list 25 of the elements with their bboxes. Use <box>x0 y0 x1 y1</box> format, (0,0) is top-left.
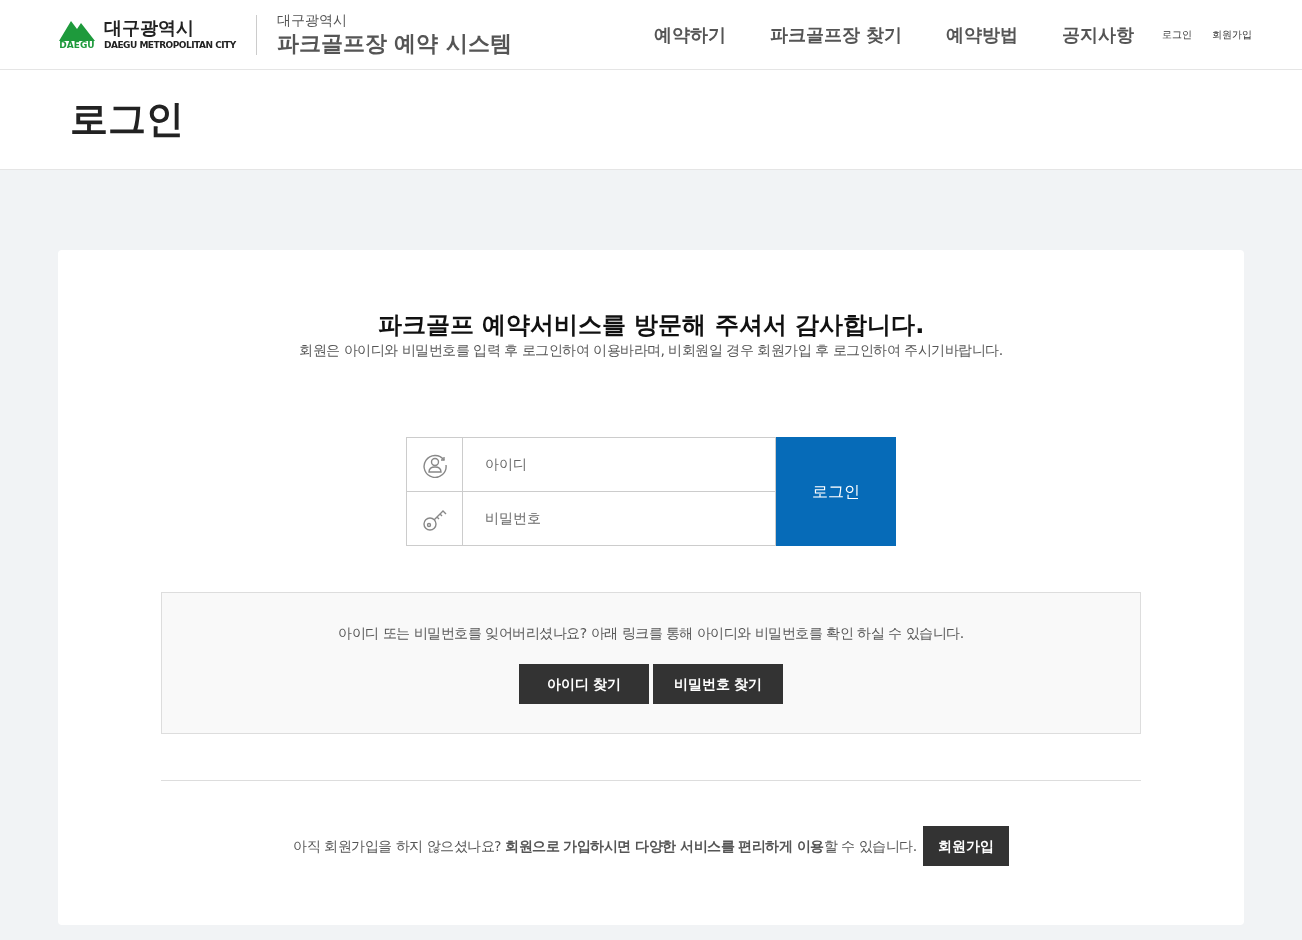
logo-subtitle: DAEGU METROPOLITAN CITY <box>104 41 236 50</box>
utility-link[interactable]: 로그인 <box>1162 27 1192 42</box>
nav-link[interactable]: 파크골프장 찾기 <box>769 21 902 48</box>
id-input[interactable]: 아이디 <box>463 438 775 491</box>
mountain-logo-icon <box>58 19 96 41</box>
logo-label: DAEGU <box>59 41 95 50</box>
nav-link[interactable]: 예약하기 <box>653 21 726 48</box>
site-caption: 대구광역시 <box>276 12 348 30</box>
nav-link[interactable]: 공지사항 <box>1062 21 1134 48</box>
password-input[interactable]: 비밀번호 <box>463 492 775 545</box>
signup-prompt: 아직 회원가입을 하지 않으셨나요? 회원으로 가입하시면 다양한 서비스를 편리하게 이용할 수 있습니다. <box>293 836 917 856</box>
signup-button[interactable]: 회원가입 <box>922 826 1009 866</box>
find-account-button[interactable]: 아이디 찾기 <box>519 664 649 704</box>
nav-link[interactable]: 예약방법 <box>946 21 1018 48</box>
intro-text: 회원은 아이디와 비밀번호를 입력 후 로그인하여 이용바라며, 비회원일 경우 회원가입 후 로그인하여 주시기바랍니다. <box>299 341 1003 360</box>
logo-name: 대구광역시 <box>104 19 195 37</box>
welcome-heading: 파크골프 예약서비스를 방문해 주셔서 감사합니다. <box>377 310 925 340</box>
id-field[interactable]: 아이디 <box>406 437 776 492</box>
login-button[interactable]: 로그인 <box>776 437 896 546</box>
utility-link[interactable]: 회원가입 <box>1212 27 1252 42</box>
page-title: 로그인 <box>70 96 184 143</box>
recovery-text: 아이디 또는 비밀번호를 잊어버리셨나요? 아래 링크를 통해 아이디와 비밀번호를 확인 하실 수 있습니다. <box>338 624 964 643</box>
find-account-button[interactable]: 비밀번호 찾기 <box>653 664 783 704</box>
site-title: 파크골프장 예약 시스템 <box>276 29 513 57</box>
password-field[interactable]: 비밀번호 <box>406 491 776 546</box>
